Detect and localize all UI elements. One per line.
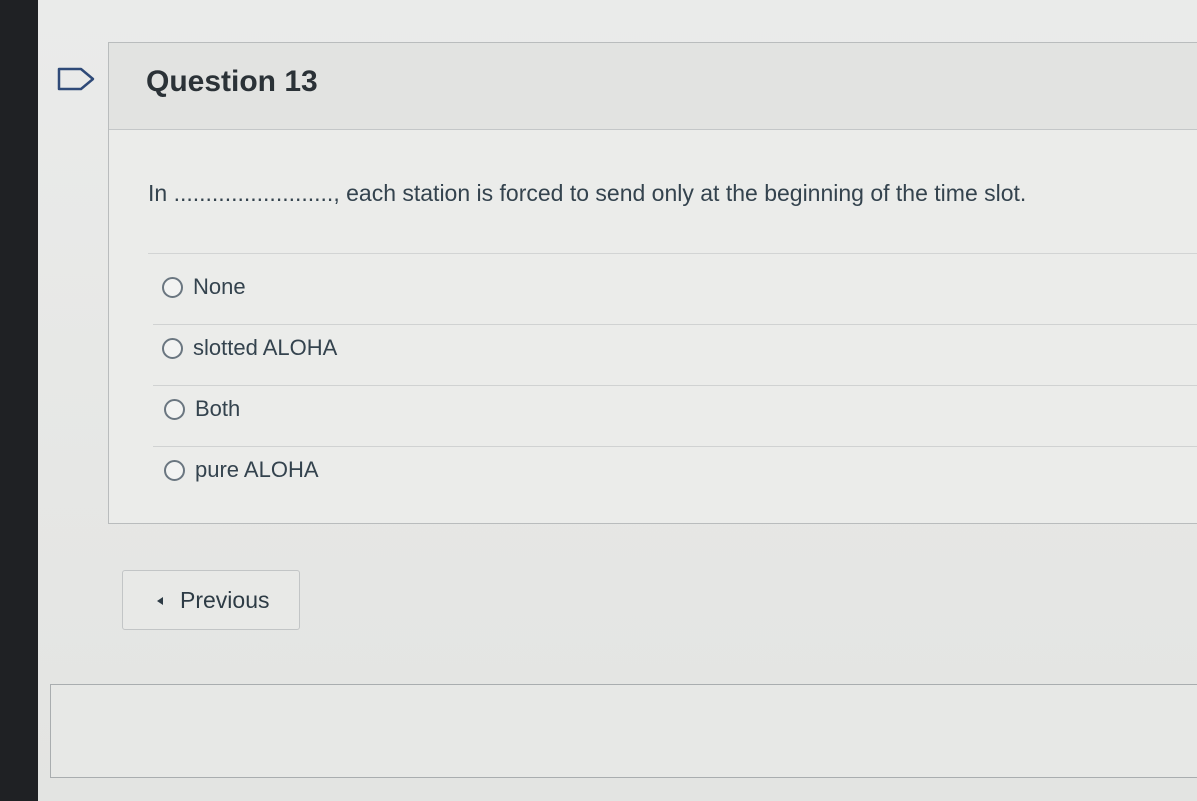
bottom-panel <box>50 684 1197 778</box>
answer-option-pure-aloha[interactable]: pure ALOHA <box>153 447 1197 507</box>
answer-label: None <box>193 274 246 299</box>
answer-option-none[interactable]: None <box>153 264 1197 325</box>
question-title: Question 13 <box>146 65 318 98</box>
answer-label: slotted ALOHA <box>193 335 338 360</box>
answer-label: Both <box>195 396 241 421</box>
answer-option-both[interactable]: Both <box>153 386 1197 447</box>
answer-label: pure ALOHA <box>195 457 319 482</box>
radio-button[interactable] <box>162 277 183 298</box>
question-header: Question 13 <box>109 43 1197 130</box>
answers-divider <box>148 253 1197 254</box>
radio-button[interactable] <box>164 399 185 420</box>
question-text: In ........................., each stati… <box>148 180 1027 206</box>
radio-button[interactable] <box>164 460 185 481</box>
flag-question-icon[interactable] <box>57 66 97 92</box>
previous-label: Previous <box>180 587 270 613</box>
radio-button[interactable] <box>162 338 183 359</box>
previous-button[interactable]: Previous <box>122 570 300 630</box>
monitor-bezel <box>0 0 38 801</box>
chevron-left-icon <box>157 597 163 605</box>
question-card: Question 13 In .........................… <box>108 42 1197 524</box>
answer-option-slotted-aloha[interactable]: slotted ALOHA <box>153 325 1197 386</box>
